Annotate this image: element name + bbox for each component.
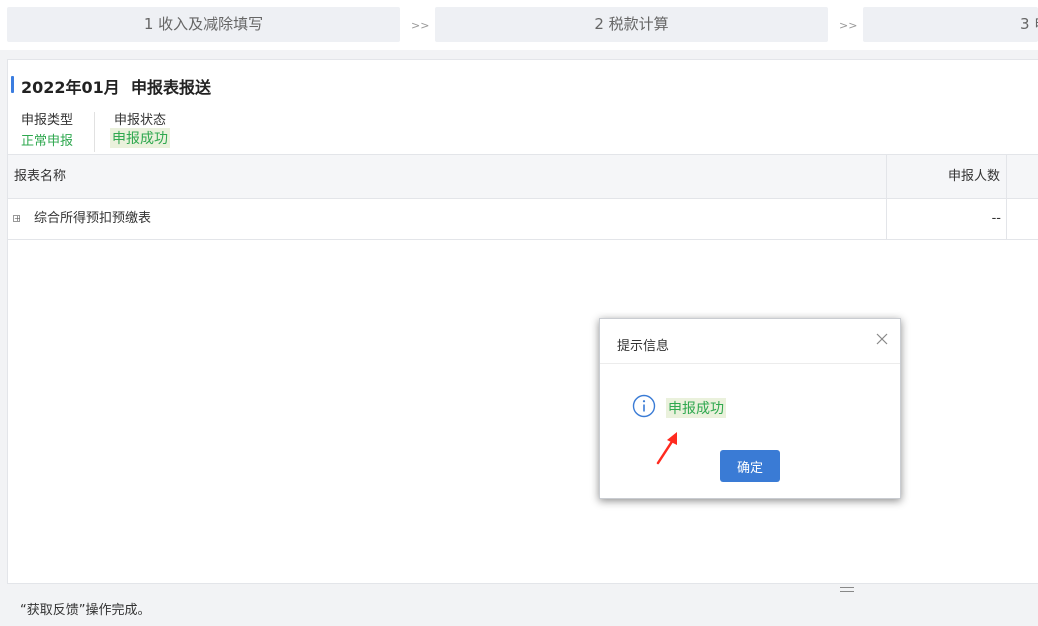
column-header-declarant-count: 申报人数	[947, 169, 1000, 184]
column-divider	[1006, 199, 1007, 239]
declaration-status-value: 申报成功	[110, 128, 170, 148]
report-table: 报表名称 申报人数 + 综合所得预扣预缴表 --	[8, 154, 1038, 240]
drag-handle-icon[interactable]	[840, 587, 854, 592]
info-divider	[94, 112, 95, 152]
step-separator-icon: >>	[411, 19, 430, 32]
info-dialog: 提示信息 申报成功 确定	[599, 318, 901, 499]
declaration-type-label: 申报类型	[21, 113, 74, 128]
step-2[interactable]: 2 税款计算	[435, 7, 828, 42]
step-separator-icon: >>	[839, 19, 858, 32]
panel-splitter[interactable]	[0, 584, 1038, 596]
declaration-status-label: 申报状态	[114, 113, 167, 128]
declarant-count-cell: --	[991, 211, 1001, 226]
close-icon[interactable]	[874, 331, 890, 347]
step-navigation: 1 收入及减除填写 >> 2 税款计算 >> 3 申报表报送	[0, 0, 1038, 50]
status-bar: “获取反馈”操作完成。	[7, 596, 1038, 624]
declaration-type-value: 正常申报	[21, 134, 74, 149]
confirm-button[interactable]: 确定	[720, 450, 780, 482]
report-name-cell: 综合所得预扣预缴表	[34, 211, 152, 226]
page-title: 2022年01月 申报表报送	[21, 74, 211, 98]
column-header-report-name: 报表名称	[14, 169, 67, 184]
period-title-text: 申报表报送	[130, 78, 211, 97]
column-divider	[886, 155, 887, 198]
table-header: 报表名称 申报人数	[8, 154, 1038, 199]
step-1[interactable]: 1 收入及减除填写	[7, 7, 400, 42]
table-row[interactable]: + 综合所得预扣预缴表 --	[8, 199, 1038, 240]
step-3[interactable]: 3 申报表报送	[863, 7, 1038, 42]
dialog-title: 提示信息	[617, 339, 670, 354]
dialog-message: 申报成功	[666, 398, 726, 418]
dialog-header: 提示信息	[600, 319, 900, 364]
expand-row-icon[interactable]: +	[13, 215, 21, 223]
column-divider	[886, 199, 887, 239]
title-accent-bar	[11, 76, 14, 93]
column-divider	[1006, 155, 1007, 198]
period-date: 2022年01月	[21, 78, 120, 97]
info-icon	[632, 394, 656, 418]
annotation-arrow-icon	[656, 432, 677, 465]
